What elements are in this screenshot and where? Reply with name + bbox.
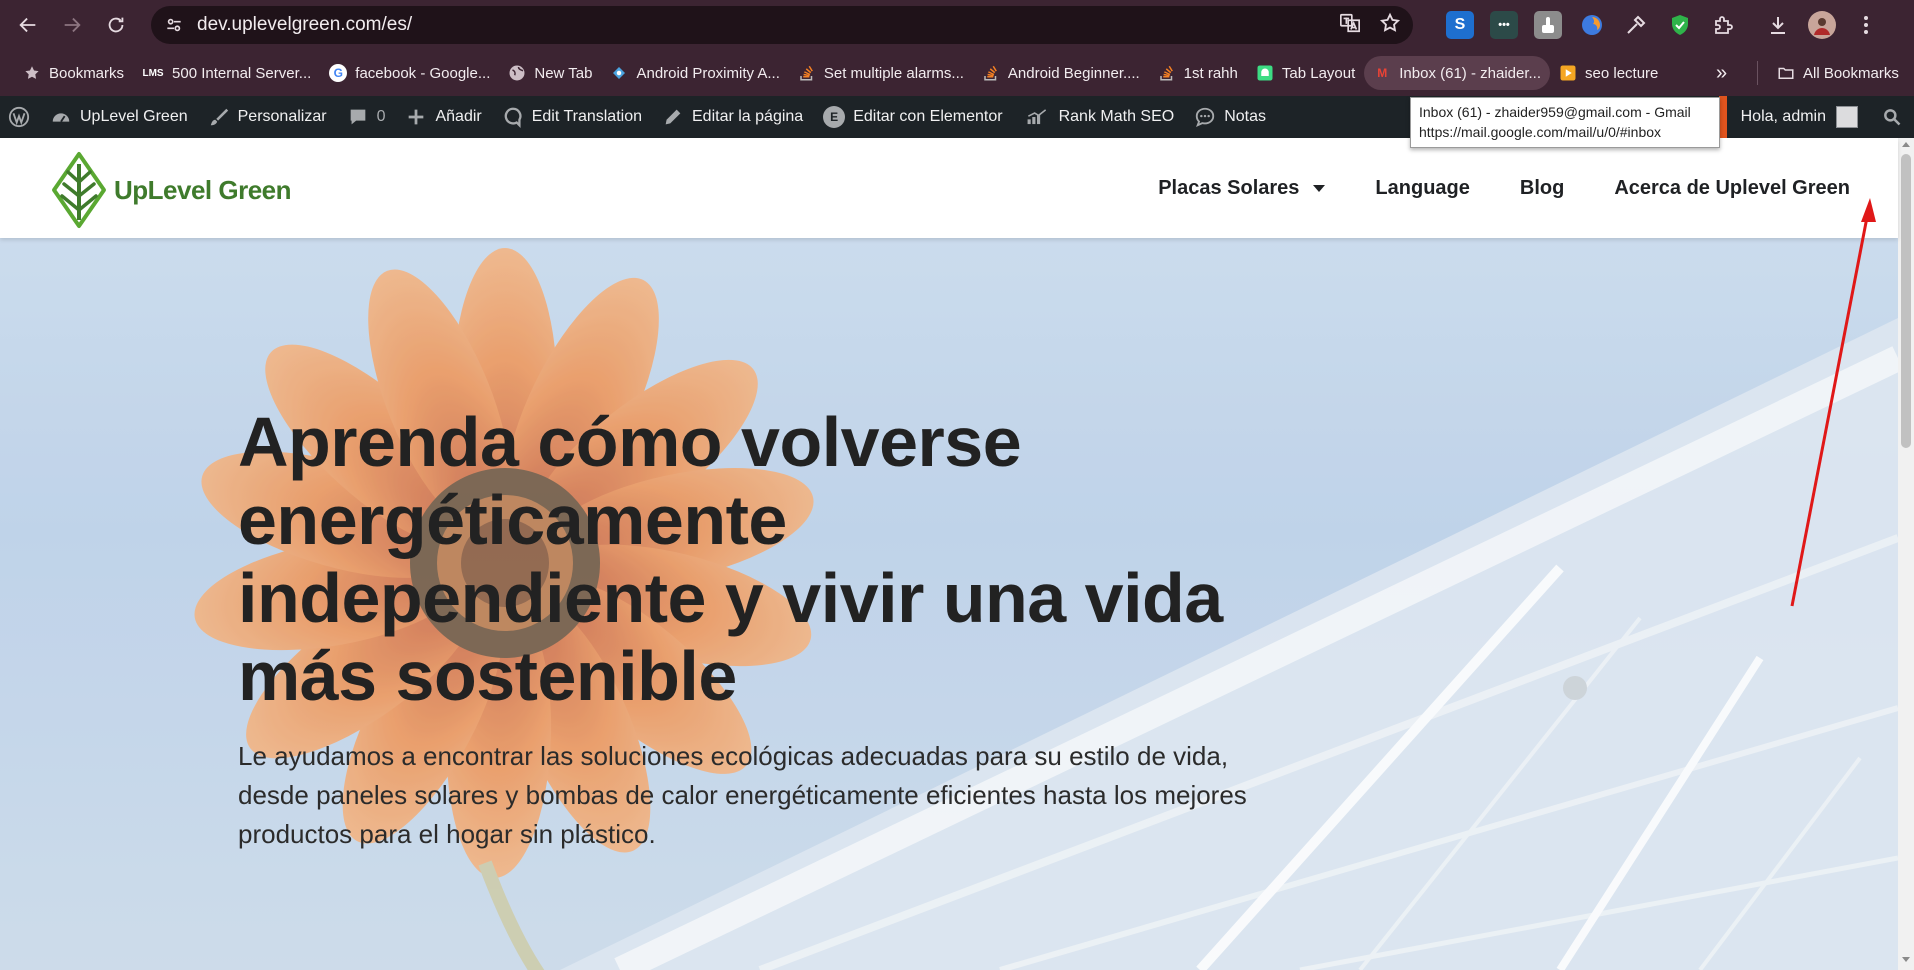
wordpress-icon — [8, 106, 30, 128]
leaf-tree-logo-icon — [52, 152, 106, 228]
main-navigation: Placas Solares Language Blog Acerca de U… — [1158, 138, 1850, 238]
url-text[interactable]: dev.uplevelgreen.com/es/ — [197, 14, 412, 36]
bookmark-bookmarks[interactable]: Bookmarks — [14, 56, 133, 90]
s-extension-icon[interactable]: S — [1446, 11, 1474, 39]
caret-down-icon — [1313, 184, 1326, 192]
admin-bar-notification-marker — [1719, 96, 1727, 138]
shield-extension-icon[interactable] — [1666, 11, 1694, 39]
scroll-up-arrow-icon[interactable] — [1902, 142, 1910, 147]
bookmark-facebook-google[interactable]: G facebook - Google... — [320, 56, 499, 90]
admin-avatar — [1836, 106, 1858, 128]
dots-extension-icon[interactable]: ••• — [1490, 11, 1518, 39]
reload-icon — [108, 17, 124, 33]
search-icon — [1884, 109, 1901, 126]
admin-search-button[interactable] — [1870, 96, 1914, 138]
comment-bubble-icon — [347, 106, 369, 128]
admin-bar-secondary: Hola, admin — [1731, 96, 1914, 138]
star-icon — [23, 64, 41, 82]
bookmark-seo-lecture[interactable]: seo lecture — [1550, 56, 1667, 90]
extensions-bar: S ••• — [1446, 0, 1880, 50]
hero-section: Aprenda cómo volverse energéticamente in… — [0, 238, 1898, 970]
scroll-down-arrow-icon[interactable] — [1902, 957, 1910, 962]
puzzle-extensions-icon[interactable] — [1710, 11, 1738, 39]
stackoverflow-icon — [982, 64, 1000, 82]
firefox-extension-icon[interactable] — [1578, 11, 1606, 39]
bookmark-tab-layout[interactable]: Tab Layout — [1247, 56, 1364, 90]
bookmark-500-internal[interactable]: LMS 500 Internal Server... — [133, 56, 320, 90]
arrow-left-icon — [19, 17, 36, 33]
nav-language[interactable]: Language — [1375, 177, 1469, 200]
bookmarks-divider — [1757, 61, 1758, 85]
admin-comments[interactable]: 0 — [337, 96, 396, 138]
tooltip-url: https://mail.google.com/mail/u/0/#inbox — [1419, 124, 1662, 140]
globe-icon — [508, 64, 526, 82]
profile-avatar-icon[interactable] — [1808, 11, 1836, 39]
bookmark-android-proximity[interactable]: Android Proximity A... — [601, 56, 788, 90]
admin-account-menu[interactable]: Hola, admin — [1731, 96, 1870, 138]
forward-button[interactable] — [50, 0, 94, 50]
bookmarks-overflow-button[interactable]: » — [1716, 50, 1727, 96]
bookmark-new-tab[interactable]: New Tab — [499, 56, 601, 90]
nav-blog[interactable]: Blog — [1520, 177, 1564, 200]
scrollbar-thumb[interactable] — [1901, 154, 1911, 448]
stackoverflow-icon — [798, 64, 816, 82]
elementor-icon: E — [823, 106, 846, 128]
admin-notes[interactable]: Notas — [1184, 96, 1276, 138]
gmail-icon: M — [1377, 66, 1388, 80]
admin-site-name[interactable]: UpLevel Green — [40, 96, 198, 138]
bookmark-set-multiple-alarms[interactable]: Set multiple alarms... — [789, 56, 973, 90]
logo-text: UpLevel Green — [114, 174, 292, 205]
download-icon[interactable] — [1764, 11, 1792, 39]
site-header: UpLevel Green Placas Solares Language Bl… — [0, 138, 1898, 238]
hero-title: Aprenda cómo volverse energéticamente in… — [238, 403, 1223, 715]
lms-icon: LMS — [142, 67, 164, 79]
bookmark-tooltip: Inbox (61) - zhaider959@gmail.com - Gmai… — [1410, 97, 1720, 148]
tooltip-title: Inbox (61) - zhaider959@gmail.com - Gmai… — [1419, 104, 1691, 120]
admin-rank-math[interactable]: Rank Math SEO — [1013, 96, 1185, 138]
admin-customize[interactable]: Personalizar — [198, 96, 337, 138]
stackoverflow-icon — [1158, 64, 1176, 82]
admin-edit-elementor[interactable]: E Editar con Elementor — [813, 96, 1012, 138]
android-icon — [610, 64, 628, 82]
bookmark-star-icon[interactable] — [1379, 12, 1401, 39]
plus-icon — [405, 106, 427, 128]
pencil-icon — [662, 106, 684, 128]
bookmark-android-beginner[interactable]: Android Beginner.... — [973, 56, 1149, 90]
eyedropper-extension-icon[interactable] — [1622, 11, 1650, 39]
notes-bubble-icon — [1194, 106, 1216, 128]
all-bookmarks-button[interactable]: All Bookmarks — [1768, 56, 1908, 90]
touch-extension-icon[interactable] — [1534, 11, 1562, 39]
bookmarks-bar: Bookmarks LMS 500 Internal Server... G f… — [0, 50, 1914, 96]
nav-about[interactable]: Acerca de Uplevel Green — [1614, 177, 1850, 200]
rank-math-chart-icon — [1023, 106, 1051, 128]
folder-icon — [1777, 64, 1795, 82]
nav-placas-solares[interactable]: Placas Solares — [1158, 177, 1326, 200]
brush-icon — [208, 106, 230, 128]
hero-content: Aprenda cómo volverse energéticamente in… — [238, 403, 1247, 854]
admin-edit-page[interactable]: Editar la página — [652, 96, 813, 138]
site-logo[interactable]: UpLevel Green — [48, 150, 292, 230]
google-icon: G — [329, 64, 348, 82]
back-button[interactable] — [6, 0, 50, 50]
browser-toolbar: dev.uplevelgreen.com/es/ S ••• — [0, 0, 1914, 50]
bookmark-inbox-gmail[interactable]: M Inbox (61) - zhaider... — [1364, 56, 1551, 90]
address-bar[interactable]: dev.uplevelgreen.com/es/ — [151, 6, 1413, 44]
bookmark-1st-rahh[interactable]: 1st rahh — [1149, 56, 1247, 90]
page-scrollbar[interactable] — [1898, 138, 1914, 970]
reload-button[interactable] — [94, 0, 138, 50]
android-icon — [1256, 64, 1274, 82]
admin-edit-translation[interactable]: Edit Translation — [492, 96, 652, 138]
dashboard-icon — [50, 106, 72, 128]
translate-icon[interactable] — [1339, 12, 1361, 39]
play-icon — [1559, 64, 1577, 82]
hero-subtitle: Le ayudamos a encontrar las soluciones e… — [238, 741, 1247, 849]
site-info-icon[interactable] — [155, 15, 193, 35]
wp-logo-menu[interactable] — [0, 96, 40, 138]
translate-pin-icon — [502, 106, 524, 128]
admin-add-new[interactable]: Añadir — [395, 96, 491, 138]
menu-kebab-icon[interactable] — [1852, 11, 1880, 39]
arrow-right-icon — [64, 17, 81, 33]
